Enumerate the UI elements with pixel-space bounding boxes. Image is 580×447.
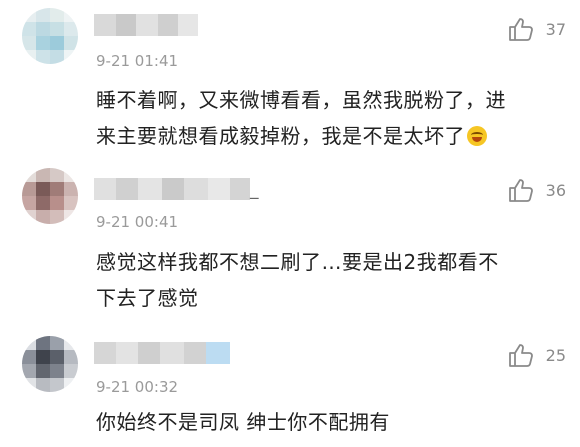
username-blurred[interactable] — [94, 178, 250, 200]
comment-text-line-content: 来主要就想看成毅掉粉，我是不是太坏了 — [96, 124, 465, 148]
username-blurred[interactable] — [94, 342, 230, 364]
comment-text-line: 下去了感觉 — [96, 286, 199, 310]
comment-text-line: 你始终不是司凤 绅士你不配拥有 — [96, 410, 390, 434]
laughing-crying-emoji-icon — [467, 126, 487, 146]
thumbs-up-icon — [508, 18, 533, 41]
avatar[interactable] — [22, 8, 78, 64]
like-count: 37 — [545, 19, 566, 39]
like-button[interactable]: 37 — [508, 14, 566, 44]
comment-time: 9-21 00:41 — [96, 213, 179, 231]
comment-text-line: 感觉这样我都不想二刷了…要是出2我都看不 — [96, 250, 499, 274]
like-button[interactable]: 36 — [508, 175, 566, 205]
like-count: 25 — [545, 345, 566, 365]
comment-text: 你始终不是司凤 绅士你不配拥有 — [96, 404, 566, 440]
like-button[interactable]: 25 — [508, 340, 566, 370]
comment-time: 9-21 01:41 — [96, 52, 179, 70]
comment-text-line: 睡不着啊，又来微博看看，虽然我脱粉了，进 — [96, 88, 506, 112]
comment-text: 睡不着啊，又来微博看看，虽然我脱粉了，进 来主要就想看成毅掉粉，我是不是太坏了 — [96, 82, 566, 154]
avatar[interactable] — [22, 336, 78, 392]
username-blurred[interactable] — [94, 14, 198, 36]
like-count: 36 — [545, 180, 566, 200]
thumbs-up-icon — [508, 344, 533, 367]
avatar[interactable] — [22, 168, 78, 224]
username-suffix: _ — [250, 180, 259, 200]
comment-text-line: 来主要就想看成毅掉粉，我是不是太坏了 — [96, 118, 566, 154]
thumbs-up-icon — [508, 179, 533, 202]
comment-text: 感觉这样我都不想二刷了…要是出2我都看不 下去了感觉 — [96, 244, 566, 316]
comment-feed: 9-21 01:41 37 睡不着啊，又来微博看看，虽然我脱粉了，进 来主要就想… — [0, 0, 580, 447]
comment-time: 9-21 00:32 — [96, 378, 179, 396]
